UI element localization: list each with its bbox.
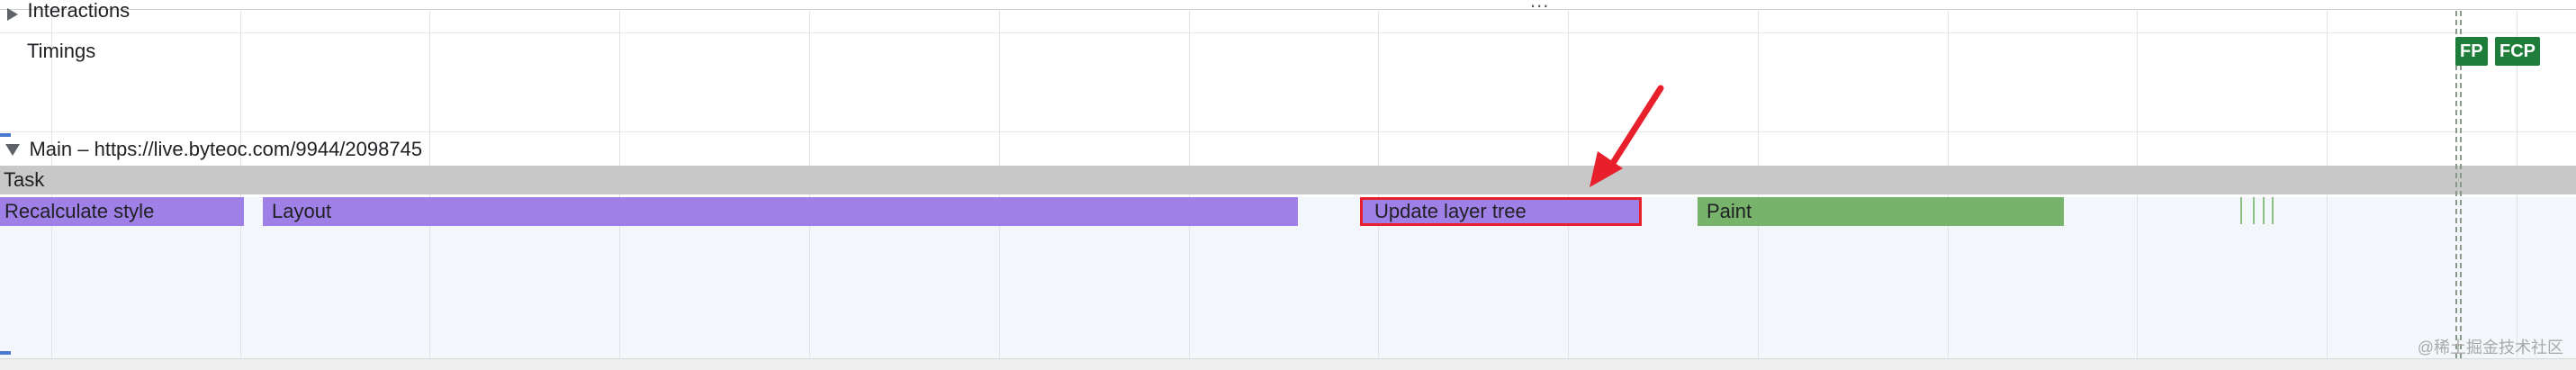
arrow-shaft [1603, 85, 1664, 176]
annotation-arrow-icon [1590, 85, 1664, 187]
watermark: @稀土掘金技术社区 [2417, 338, 2563, 356]
